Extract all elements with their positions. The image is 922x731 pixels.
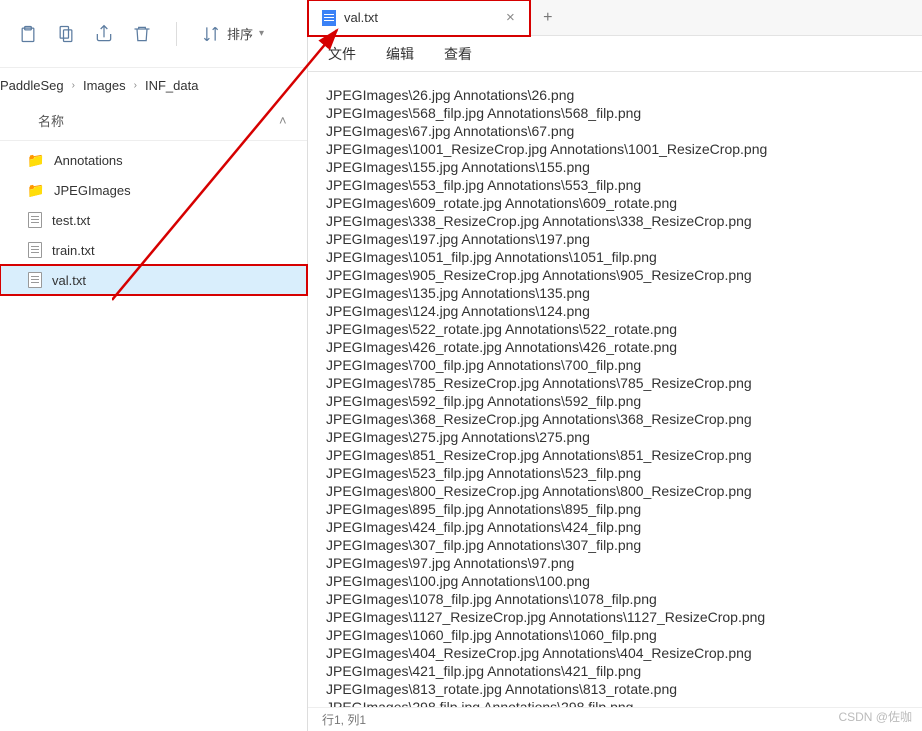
editor-line: JPEGImages\895_filp.jpg Annotations\895_… (326, 500, 904, 518)
editor-line: JPEGImages\1060_filp.jpg Annotations\106… (326, 626, 904, 644)
editor-line: JPEGImages\421_filp.jpg Annotations\421_… (326, 662, 904, 680)
editor-line: JPEGImages\785_ResizeCrop.jpg Annotation… (326, 374, 904, 392)
editor-line: JPEGImages\568_filp.jpg Annotations\568_… (326, 104, 904, 122)
close-icon[interactable]: × (506, 9, 515, 26)
tab-title: val.txt (344, 10, 378, 25)
editor-line: JPEGImages\97.jpg Annotations\97.png (326, 554, 904, 572)
menu-file[interactable]: 文件 (328, 44, 356, 64)
menu-view[interactable]: 查看 (444, 44, 472, 64)
editor-line: JPEGImages\700_filp.jpg Annotations\700_… (326, 356, 904, 374)
editor-line: JPEGImages\592_filp.jpg Annotations\592_… (326, 392, 904, 410)
breadcrumb-item[interactable]: PaddleSeg (0, 78, 64, 93)
copy-icon[interactable] (56, 24, 76, 44)
column-name: 名称 (38, 111, 64, 130)
menu-bar: 文件 编辑 查看 (308, 36, 922, 72)
editor-line: JPEGImages\813_rotate.jpg Annotations\81… (326, 680, 904, 698)
chevron-up-icon: ˄ (279, 113, 289, 128)
editor-line: JPEGImages\426_rotate.jpg Annotations\42… (326, 338, 904, 356)
editor-line: JPEGImages\1078_filp.jpg Annotations\107… (326, 590, 904, 608)
explorer-toolbar: 排序 ▾ (0, 0, 307, 68)
file-item-test-txt[interactable]: test.txt (0, 205, 307, 235)
menu-edit[interactable]: 编辑 (386, 44, 414, 64)
tab-val-txt[interactable]: val.txt × (308, 0, 530, 36)
editor-line: JPEGImages\553_filp.jpg Annotations\553_… (326, 176, 904, 194)
notepad-icon (322, 10, 336, 26)
file-list: Annotations JPEGImages test.txt train.txt va… (0, 141, 307, 295)
status-bar: 行1, 列1 (308, 707, 922, 731)
file-label: train.txt (52, 243, 95, 258)
notepad-pane: val.txt × + 文件 编辑 查看 JPEGImages\26.jpg A… (308, 0, 922, 731)
editor-area[interactable]: JPEGImages\26.jpg Annotations\26.pngJPEG… (308, 72, 922, 707)
editor-line: JPEGImages\368_ResizeCrop.jpg Annotation… (326, 410, 904, 428)
folder-icon (28, 152, 44, 168)
editor-line: JPEGImages\800_ResizeCrop.jpg Annotation… (326, 482, 904, 500)
status-position: 行1, 列1 (322, 711, 366, 728)
editor-line: JPEGImages\523_filp.jpg Annotations\523_… (326, 464, 904, 482)
delete-icon[interactable] (132, 24, 152, 44)
editor-line: JPEGImages\522_rotate.jpg Annotations\52… (326, 320, 904, 338)
text-file-icon (28, 272, 42, 288)
share-icon[interactable] (94, 24, 114, 44)
new-tab-button[interactable]: + (530, 0, 566, 36)
folder-icon (28, 182, 44, 198)
editor-line: JPEGImages\338_ResizeCrop.jpg Annotation… (326, 212, 904, 230)
editor-line: JPEGImages\609_rotate.jpg Annotations\60… (326, 194, 904, 212)
file-item-JPEGImages[interactable]: JPEGImages (0, 175, 307, 205)
editor-line: JPEGImages\424_filp.jpg Annotations\424_… (326, 518, 904, 536)
sort-label: 排序 (227, 24, 253, 43)
file-item-Annotations[interactable]: Annotations (0, 145, 307, 175)
file-label: JPEGImages (54, 183, 131, 198)
breadcrumb-item[interactable]: INF_data (145, 78, 198, 93)
editor-line: JPEGImages\100.jpg Annotations\100.png (326, 572, 904, 590)
editor-line: JPEGImages\124.jpg Annotations\124.png (326, 302, 904, 320)
editor-line: JPEGImages\1051_filp.jpg Annotations\105… (326, 248, 904, 266)
editor-line: JPEGImages\1127_ResizeCrop.jpg Annotatio… (326, 608, 904, 626)
breadcrumb[interactable]: PaddleSeg › Images › INF_data (0, 68, 307, 107)
file-label: test.txt (52, 213, 90, 228)
file-label: Annotations (54, 153, 123, 168)
editor-line: JPEGImages\298 filp.jpg Annotations\298 … (326, 698, 904, 707)
breadcrumb-item[interactable]: Images (83, 78, 126, 93)
explorer-pane: 排序 ▾ PaddleSeg › Images › INF_data 名称 ˄ … (0, 0, 308, 731)
chevron-down-icon: ▾ (259, 28, 264, 39)
editor-line: JPEGImages\155.jpg Annotations\155.png (326, 158, 904, 176)
editor-line: JPEGImages\1001_ResizeCrop.jpg Annotatio… (326, 140, 904, 158)
editor-line: JPEGImages\905_ResizeCrop.jpg Annotation… (326, 266, 904, 284)
editor-line: JPEGImages\135.jpg Annotations\135.png (326, 284, 904, 302)
sort-icon (201, 24, 221, 44)
text-file-icon (28, 212, 42, 228)
editor-line: JPEGImages\404_ResizeCrop.jpg Annotation… (326, 644, 904, 662)
tab-bar: val.txt × + (308, 0, 922, 36)
editor-line: JPEGImages\307_filp.jpg Annotations\307_… (326, 536, 904, 554)
editor-line: JPEGImages\851_ResizeCrop.jpg Annotation… (326, 446, 904, 464)
text-file-icon (28, 242, 42, 258)
column-header[interactable]: 名称 ˄ (0, 107, 307, 141)
chevron-right-icon: › (72, 80, 75, 91)
file-item-train-txt[interactable]: train.txt (0, 235, 307, 265)
editor-line: JPEGImages\275.jpg Annotations\275.png (326, 428, 904, 446)
separator (176, 22, 177, 46)
paste-icon[interactable] (18, 24, 38, 44)
file-label: val.txt (52, 273, 86, 288)
sort-dropdown[interactable]: 排序 ▾ (201, 24, 264, 44)
chevron-right-icon: › (134, 80, 137, 91)
editor-line: JPEGImages\26.jpg Annotations\26.png (326, 86, 904, 104)
editor-line: JPEGImages\197.jpg Annotations\197.png (326, 230, 904, 248)
editor-line: JPEGImages\67.jpg Annotations\67.png (326, 122, 904, 140)
file-item-val-txt[interactable]: val.txt (0, 265, 307, 295)
